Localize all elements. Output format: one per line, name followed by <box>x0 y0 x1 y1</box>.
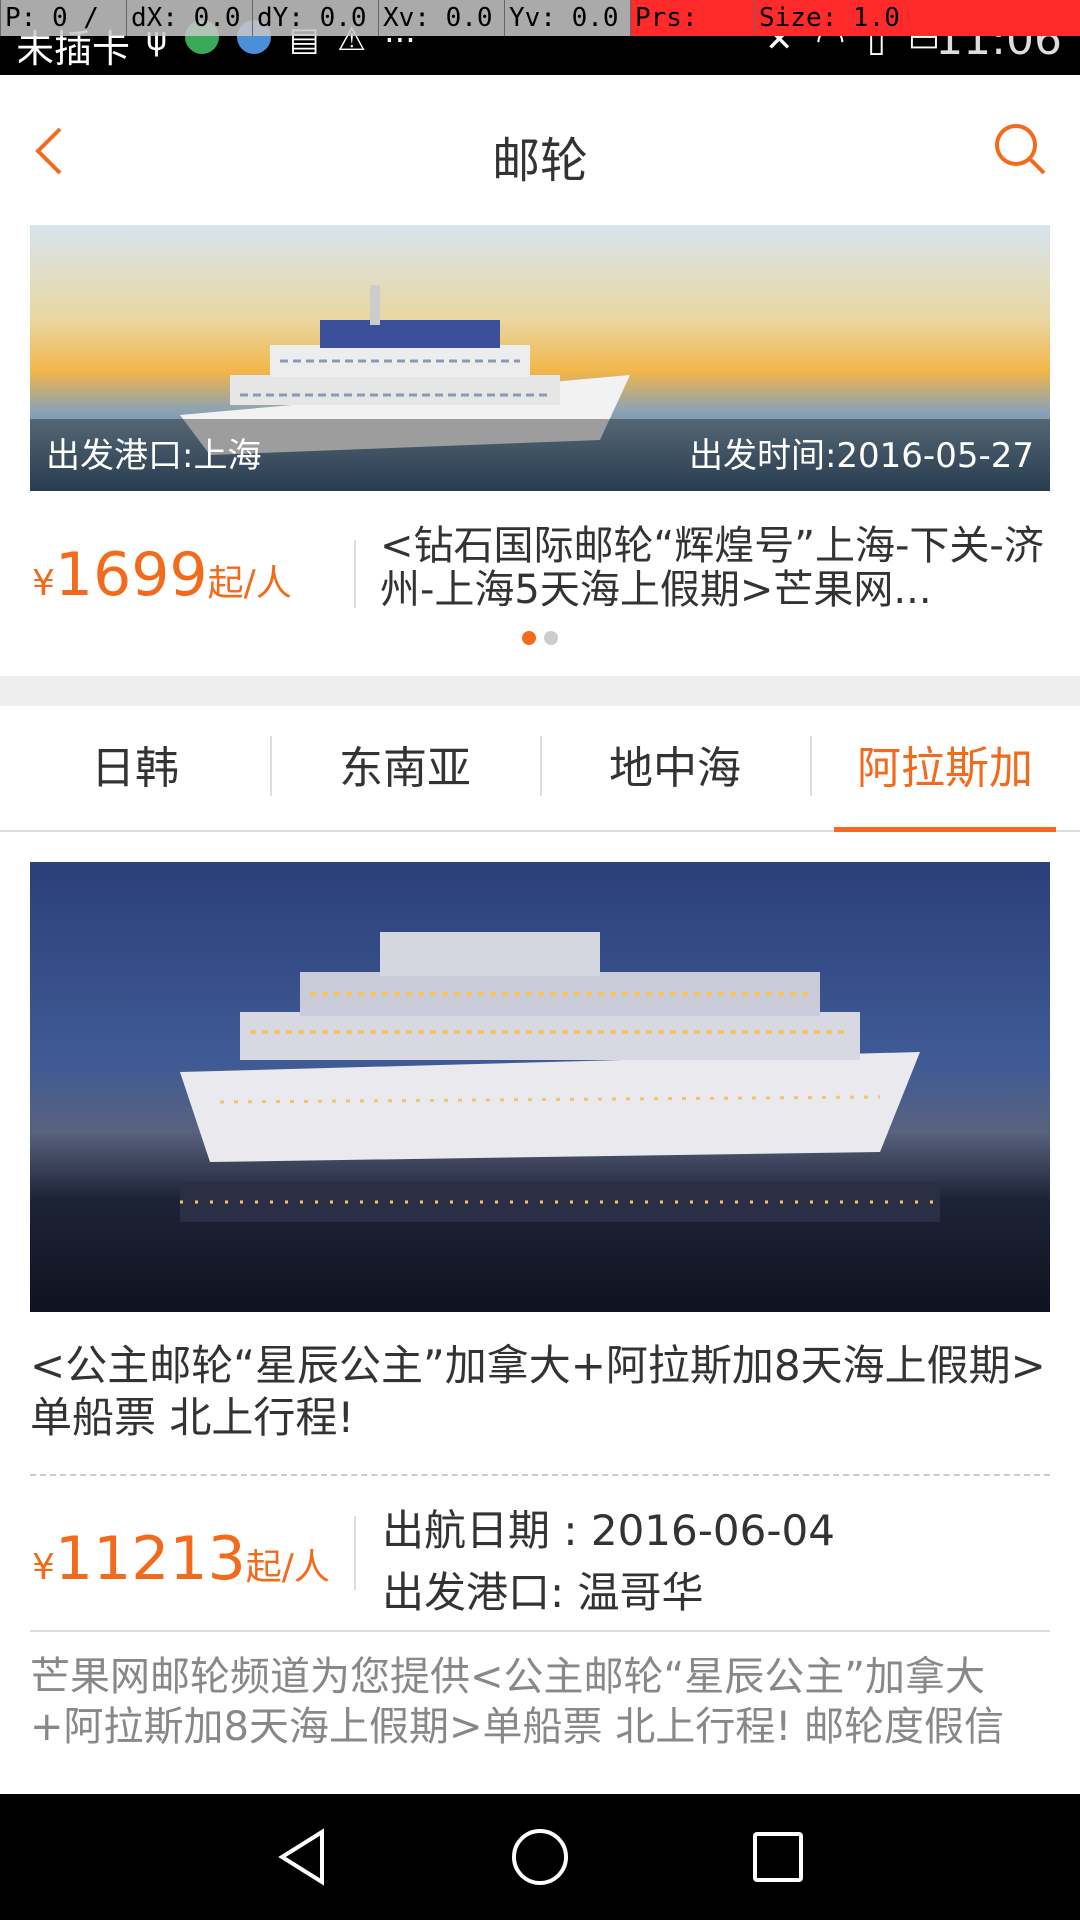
price-unit: 起/人 <box>207 563 292 604</box>
pager-dot <box>544 631 558 645</box>
debug-yv: Yv: 0.0 <box>504 0 630 36</box>
debug-dx: dX: 0.0 <box>126 0 252 36</box>
nav-back-icon[interactable] <box>270 1824 336 1890</box>
system-nav-bar <box>0 1794 1080 1920</box>
product-price: ¥11213起/人 <box>32 1524 330 1594</box>
tab-alaska[interactable]: 阿拉斯加 <box>810 706 1080 832</box>
price-value: 1699 <box>54 540 208 610</box>
banner-departure-port: 出发港口:上海 <box>46 436 262 476</box>
vertical-divider <box>354 1516 356 1590</box>
product-meta: 出航日期 : 2016-06-04 出发港口: 温哥华 <box>382 1500 835 1624</box>
app-header: 邮轮 <box>0 75 1080 225</box>
cruise-ship-night-image <box>180 932 940 1222</box>
tab-japan-korea[interactable]: 日韩 <box>0 706 270 830</box>
featured-title: <钻石国际邮轮“辉煌号”上海-下关-济州-上海5天海上假期>芒果网... <box>380 523 1044 613</box>
region-tabs: 日韩 东南亚 地中海 阿拉斯加 <box>0 706 1080 832</box>
debug-pressure: Prs: 1.0 <box>630 0 754 69</box>
section-gap <box>0 676 1080 706</box>
product-image[interactable] <box>30 862 1050 1312</box>
vertical-divider <box>354 540 356 608</box>
search-icon[interactable] <box>990 119 1050 179</box>
dashed-divider <box>30 1474 1050 1476</box>
debug-size: Size: 1.0 <box>754 0 1080 36</box>
currency-symbol: ¥ <box>32 563 55 604</box>
nav-home-icon[interactable] <box>507 1824 573 1890</box>
nav-recents-icon[interactable] <box>745 1824 811 1890</box>
departure-port: 出发港口: 温哥华 <box>382 1568 704 1617</box>
product-title[interactable]: <公主邮轮“星辰公主”加拿大+阿拉斯加8天海上假期>单船票 北上行程! <box>30 1340 1050 1444</box>
tab-mediterranean[interactable]: 地中海 <box>540 706 810 830</box>
debug-dy: dY: 0.0 <box>252 0 378 36</box>
featured-banner[interactable]: 出发港口:上海 出发时间:2016-05-27 <box>30 225 1050 491</box>
horizontal-divider <box>30 1630 1050 1632</box>
sail-date: 出航日期 : 2016-06-04 <box>382 1506 835 1555</box>
product-description: 芒果网邮轮频道为您提供<公主邮轮“星辰公主”加拿大+阿拉斯加8天海上假期>单船票… <box>30 1654 1004 1750</box>
price-value: 11213 <box>54 1524 246 1594</box>
banner-pager <box>0 630 1080 649</box>
debug-xv: Xv: 0.0 <box>378 0 504 36</box>
banner-departure-date: 出发时间:2016-05-27 <box>688 436 1034 476</box>
featured-price: ¥1699起/人 <box>32 540 292 610</box>
pager-dot-active <box>522 631 536 645</box>
page-title: 邮轮 <box>491 133 588 189</box>
tab-southeast-asia[interactable]: 东南亚 <box>270 706 540 830</box>
featured-info-row[interactable]: ¥1699起/人 <钻石国际邮轮“辉煌号”上海-下关-济州-上海5天海上假期>芒… <box>0 510 1080 630</box>
pointer-location-overlay: P: 0 / 1 dX: 0.0 dY: 0.0 Xv: 0.0 Yv: 0.0… <box>0 0 1080 69</box>
currency-symbol: ¥ <box>32 1547 55 1588</box>
price-unit: 起/人 <box>245 1547 330 1588</box>
debug-pointer: P: 0 / 1 <box>0 0 126 69</box>
